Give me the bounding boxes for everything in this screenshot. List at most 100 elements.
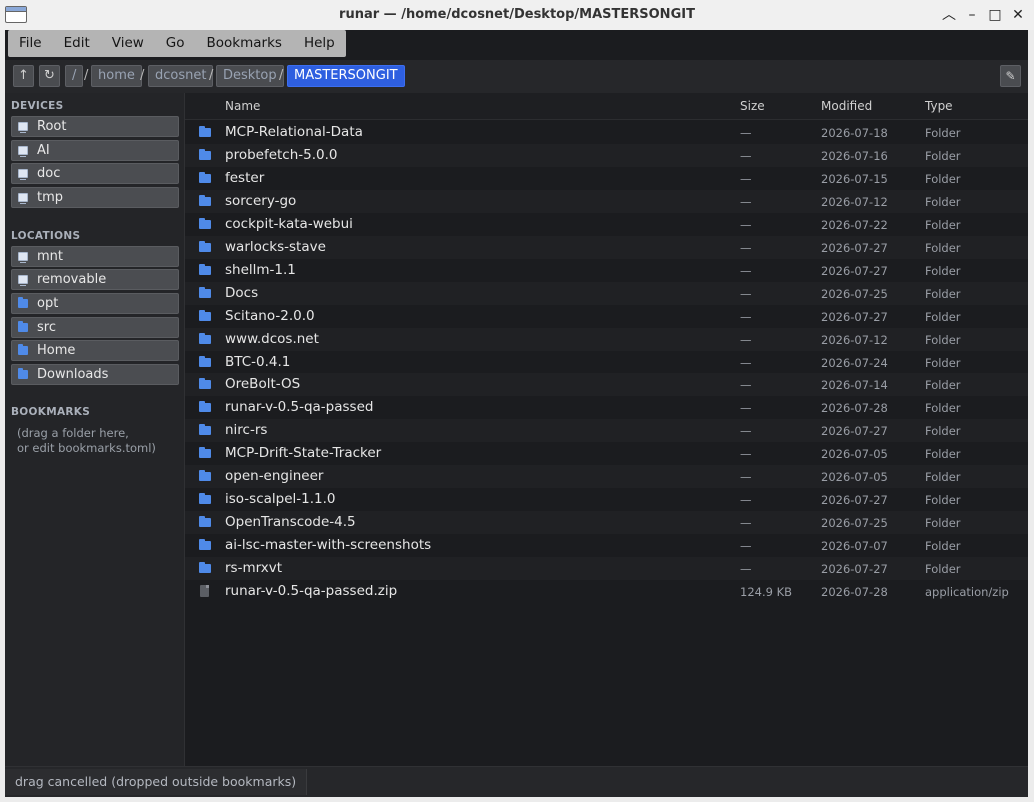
edit-path-pencil-icon[interactable]: ✎ [1000, 65, 1021, 87]
table-row[interactable]: probefetch-5.0.0 — 2026-07-16 Folder [185, 143, 1028, 167]
folder-icon [199, 447, 211, 459]
breadcrumb-root[interactable]: / [65, 65, 84, 87]
menu-help[interactable]: Help [293, 30, 346, 57]
minimize-icon[interactable]: – [963, 6, 981, 24]
menu-file[interactable]: File [8, 30, 53, 57]
table-row[interactable]: Scitano-2.0.0 — 2026-07-27 Folder [185, 305, 1028, 328]
file-modified: 2026-07-16 [821, 148, 888, 163]
file-modified: 2026-07-27 [821, 263, 888, 278]
devices-heading: DEVICES [11, 100, 64, 112]
sidebar-item-label: doc [37, 166, 61, 181]
file-size: — [740, 493, 752, 508]
sidebar-location-mnt[interactable]: mnt [11, 246, 179, 267]
file-modified: 2026-07-05 [821, 447, 888, 462]
table-row[interactable]: runar-v-0.5-qa-passed.zip 124.9 KB 2026-07… [185, 580, 1028, 603]
table-row[interactable]: BTC-0.4.1 — 2026-07-24 Folder [185, 351, 1028, 374]
breadcrumb-desktop[interactable]: Desktop [216, 65, 284, 87]
menu-bookmarks[interactable]: Bookmarks [196, 30, 293, 57]
folder-icon [199, 562, 211, 574]
menu-go[interactable]: Go [155, 30, 196, 57]
sidebar-device-ai[interactable]: AI [11, 140, 179, 161]
maximize-icon[interactable]: □ [986, 6, 1004, 24]
file-modified: 2026-07-27 [821, 562, 888, 577]
sidebar-device-tmp[interactable]: tmp [11, 187, 179, 208]
table-row[interactable]: iso-scalpel-1.1.0 — 2026-07-27 Folder [185, 488, 1028, 511]
file-modified: 2026-07-25 [821, 516, 888, 531]
table-row[interactable]: sorcery-go — 2026-07-12 Folder [185, 189, 1028, 213]
file-size: — [740, 401, 752, 416]
refresh-icon[interactable]: ↻ [39, 65, 60, 87]
chevron-up-icon[interactable]: ︿ [940, 6, 958, 24]
file-modified: 2026-07-15 [821, 171, 888, 186]
table-row[interactable]: OreBolt-OS — 2026-07-14 Folder [185, 373, 1028, 397]
up-arrow-icon[interactable]: ↑ [13, 65, 34, 87]
column-header-size[interactable]: Size [740, 99, 765, 113]
breadcrumb-separator: / [209, 68, 214, 83]
table-row[interactable]: MCP-Relational-Data — 2026-07-18 Folder [185, 121, 1028, 144]
table-row[interactable]: open-engineer — 2026-07-05 Folder [185, 465, 1028, 489]
sidebar-location-downloads[interactable]: Downloads [11, 364, 179, 385]
close-icon[interactable]: ✕ [1009, 6, 1027, 24]
breadcrumb-mastersongit[interactable]: MASTERSONGIT [287, 65, 405, 87]
file-name: MCP-Drift-State-Tracker [225, 445, 382, 462]
column-header-type[interactable]: Type [925, 99, 953, 113]
table-row[interactable]: Docs — 2026-07-25 Folder [185, 281, 1028, 305]
file-type: Folder [925, 516, 961, 531]
folder-icon [199, 263, 211, 275]
sidebar-item-label: Home [37, 343, 76, 358]
file-name: iso-scalpel-1.1.0 [225, 491, 336, 508]
column-header-modified[interactable]: Modified [821, 99, 872, 113]
drive-icon [18, 275, 28, 286]
file-modified: 2026-07-14 [821, 378, 888, 393]
file-size: — [740, 378, 752, 393]
file-size: — [740, 355, 752, 370]
table-row[interactable]: OpenTranscode-4.5 — 2026-07-25 Folder [185, 511, 1028, 535]
table-row[interactable]: warlocks-stave — 2026-07-27 Folder [185, 235, 1028, 259]
file-size: — [740, 286, 752, 301]
sidebar-location-removable[interactable]: removable [11, 269, 179, 290]
breadcrumb-dcosnet[interactable]: dcosnet [148, 65, 214, 87]
bookmarks-drop-zone[interactable]: (drag a folder here, or edit bookmarks.t… [17, 426, 156, 456]
file-icon [200, 585, 209, 597]
table-row[interactable]: ai-lsc-master-with-screenshots — 2026-07-0… [185, 534, 1028, 557]
sidebar-location-src[interactable]: src [11, 317, 179, 338]
file-modified: 2026-07-22 [821, 217, 888, 232]
column-header-name[interactable]: Name [225, 99, 260, 113]
sidebar-device-doc[interactable]: doc [11, 163, 179, 184]
bookmarks-hint-line: or edit bookmarks.toml) [17, 441, 156, 455]
file-size: — [740, 126, 752, 140]
file-modified: 2026-07-27 [821, 240, 888, 255]
file-name: shellm-1.1 [225, 261, 296, 278]
table-row[interactable]: www.dcos.net — 2026-07-12 Folder [185, 327, 1028, 351]
file-size: — [740, 171, 752, 186]
sidebar-location-home[interactable]: Home [11, 340, 179, 361]
file-list: Name Size Modified Type MCP-Relational-D… [185, 93, 1028, 766]
table-row[interactable]: cockpit-kata-webui — 2026-07-22 Folder [185, 213, 1028, 236]
folder-icon [199, 332, 211, 344]
breadcrumb-separator: / [279, 68, 284, 83]
file-size: — [740, 539, 752, 554]
table-row[interactable]: runar-v-0.5-qa-passed — 2026-07-28 Folder [185, 396, 1028, 419]
sidebar-device-root[interactable]: Root [11, 116, 179, 137]
file-type: Folder [925, 240, 961, 255]
table-row[interactable]: shellm-1.1 — 2026-07-27 Folder [185, 259, 1028, 282]
menu-view[interactable]: View [101, 30, 155, 57]
file-modified: 2026-07-12 [821, 194, 888, 209]
file-type: Folder [925, 309, 961, 324]
table-row[interactable]: MCP-Drift-State-Tracker — 2026-07-05 Folder [185, 442, 1028, 465]
table-row[interactable]: nirc-rs — 2026-07-27 Folder [185, 419, 1028, 443]
file-name: open-engineer [225, 468, 324, 485]
file-name: ai-lsc-master-with-screenshots [225, 537, 432, 554]
file-modified: 2026-07-05 [821, 470, 888, 485]
file-size: — [740, 240, 752, 255]
menu-edit[interactable]: Edit [53, 30, 101, 57]
table-row[interactable]: rs-mrxvt — 2026-07-27 Folder [185, 557, 1028, 581]
file-name: MCP-Relational-Data [225, 124, 363, 140]
folder-icon [199, 217, 211, 229]
breadcrumb-home[interactable]: home [91, 65, 142, 87]
sidebar-item-label: mnt [37, 249, 63, 264]
sidebar-item-label: Root [37, 119, 67, 134]
table-row[interactable]: fester — 2026-07-15 Folder [185, 167, 1028, 190]
sidebar-location-opt[interactable]: opt [11, 293, 179, 314]
file-modified: 2026-07-12 [821, 332, 888, 347]
